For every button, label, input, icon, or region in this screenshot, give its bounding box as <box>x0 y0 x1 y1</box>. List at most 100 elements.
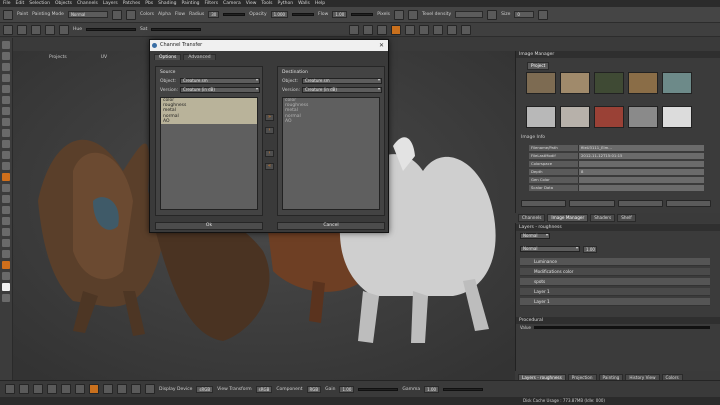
destination-channel-list[interactable]: color roughness metal normal AO <box>282 97 380 210</box>
radius-slider[interactable] <box>223 13 246 16</box>
symmetry-icon[interactable] <box>45 24 55 35</box>
layer-row[interactable]: Layer 1 <box>520 288 710 296</box>
select-tool-icon[interactable] <box>2 41 10 49</box>
rotate-view-icon[interactable] <box>19 384 29 394</box>
blur-icon[interactable] <box>2 129 10 137</box>
menu-patches[interactable]: Patches <box>123 1 140 6</box>
paint-brush-icon[interactable] <box>2 52 10 60</box>
wireframe-icon[interactable] <box>419 24 430 35</box>
tab-options[interactable]: Options <box>154 54 182 60</box>
destination-object-select[interactable]: Creature.sm <box>302 78 382 84</box>
zoom-view-icon[interactable] <box>47 384 57 394</box>
gain-field[interactable]: 1.00 <box>339 385 355 393</box>
source-version-select[interactable]: Creature (in dB) <box>180 87 260 93</box>
eyedropper-icon[interactable] <box>2 250 10 258</box>
view-transform-select[interactable]: sRGB <box>255 385 273 393</box>
record-icon[interactable] <box>89 384 99 394</box>
mask-icon[interactable] <box>3 24 13 35</box>
eraser-icon[interactable] <box>2 63 10 71</box>
select-arrow-icon[interactable] <box>349 24 360 35</box>
source-object-select[interactable]: Creature.sm <box>180 78 260 84</box>
layers-view-select[interactable]: Normal <box>520 233 550 239</box>
list-item[interactable]: AO <box>283 119 379 124</box>
text-tool-icon[interactable] <box>2 195 10 203</box>
tab-uv[interactable]: UV <box>101 55 107 62</box>
image-thumbnail[interactable] <box>662 106 692 128</box>
snapshot-icon[interactable] <box>461 24 472 35</box>
image-thumbnail[interactable] <box>526 72 556 94</box>
gain-slider[interactable] <box>358 387 399 391</box>
menu-tools[interactable]: Tools <box>261 1 272 6</box>
delete-image-button[interactable] <box>665 200 711 207</box>
cancel-button[interactable]: Cancel <box>277 222 385 230</box>
close-icon[interactable]: ✕ <box>379 40 384 51</box>
opacity-field[interactable]: 1.000 <box>270 11 289 18</box>
pan-view-icon[interactable] <box>33 384 43 394</box>
menu-walls[interactable]: Walls <box>298 1 310 6</box>
tab-channels[interactable]: Channels <box>518 214 546 222</box>
tab-projects[interactable]: Projects <box>49 55 67 62</box>
settings-icon[interactable] <box>145 384 155 394</box>
brush-stamp-icon[interactable] <box>125 9 136 20</box>
transfer-right-button[interactable]: › <box>265 127 274 134</box>
tab-shaders[interactable]: Shaders <box>590 214 616 222</box>
tab-advanced[interactable]: Advanced <box>183 54 216 60</box>
tab-project[interactable]: Project <box>527 62 550 70</box>
menu-filters[interactable]: Filters <box>205 1 219 6</box>
transform-tool-icon[interactable] <box>2 239 10 247</box>
rotate-icon[interactable] <box>2 107 10 115</box>
foreground-color-swatch[interactable] <box>2 261 10 269</box>
refresh-image-button[interactable] <box>617 200 663 207</box>
menu-layers[interactable]: Layers <box>103 1 118 6</box>
wrap-icon[interactable] <box>31 24 41 35</box>
opacity-slider[interactable] <box>292 13 315 16</box>
undo-icon[interactable] <box>5 384 15 394</box>
ruler-icon[interactable] <box>2 184 10 192</box>
dialog-titlebar[interactable]: Channel Transfer ✕ <box>150 40 388 51</box>
target-tool-icon[interactable] <box>2 173 10 181</box>
light-view-icon[interactable] <box>117 384 127 394</box>
image-thumbnail[interactable] <box>628 106 658 128</box>
paint-tool-icon[interactable] <box>3 9 13 20</box>
clone-stamp-icon[interactable] <box>2 74 10 82</box>
tab-image-manager[interactable]: Image Manager <box>547 214 589 222</box>
wrap-toggle-icon[interactable] <box>408 9 419 20</box>
painting-mode-select[interactable]: Normal <box>67 11 108 18</box>
menu-objects[interactable]: Objects <box>55 1 72 6</box>
menu-python[interactable]: Python <box>278 1 294 6</box>
display-device-select[interactable]: sRGB <box>196 385 214 393</box>
layer-row[interactable]: Luminance <box>520 258 710 266</box>
image-thumbnail[interactable] <box>594 106 624 128</box>
source-channel-list[interactable]: color roughness metal normal AO <box>160 97 258 210</box>
menu-pbs[interactable]: Pbs <box>145 1 153 6</box>
grid-icon[interactable] <box>487 9 498 20</box>
value-slider[interactable] <box>533 326 710 329</box>
menu-edit[interactable]: Edit <box>16 1 25 6</box>
import-image-button[interactable] <box>521 200 567 207</box>
image-thumbnail[interactable] <box>560 106 590 128</box>
camera-view-icon[interactable] <box>75 384 85 394</box>
flat-shade-icon[interactable] <box>405 24 416 35</box>
menu-painting[interactable]: Painting <box>181 1 199 6</box>
layer-row[interactable]: Modifications color <box>520 268 710 276</box>
frame-icon[interactable] <box>61 384 71 394</box>
smudge-icon[interactable] <box>2 118 10 126</box>
pixels-toggle-icon[interactable] <box>394 9 405 20</box>
gamma-field[interactable]: 1.00 <box>424 385 440 393</box>
light-icon[interactable] <box>433 24 444 35</box>
brush-preset-icon[interactable] <box>111 9 122 20</box>
export-image-button[interactable] <box>569 200 615 207</box>
fill-icon[interactable] <box>2 140 10 148</box>
image-thumbnail[interactable] <box>662 72 692 94</box>
grid-view-icon[interactable] <box>103 384 113 394</box>
menu-shading[interactable]: Shading <box>158 1 176 6</box>
layer-opacity-field[interactable]: 1.00 <box>583 246 597 253</box>
image-thumbnail[interactable] <box>560 72 590 94</box>
layer-row[interactable]: spots <box>520 278 710 286</box>
swap-colors-icon[interactable] <box>2 272 10 280</box>
image-thumbnail[interactable] <box>594 72 624 94</box>
shape-icon[interactable] <box>17 24 27 35</box>
layer-row[interactable]: Layer 1 <box>520 298 710 306</box>
marquee-icon[interactable] <box>2 217 10 225</box>
tab-shelf[interactable]: Shelf <box>617 214 636 222</box>
